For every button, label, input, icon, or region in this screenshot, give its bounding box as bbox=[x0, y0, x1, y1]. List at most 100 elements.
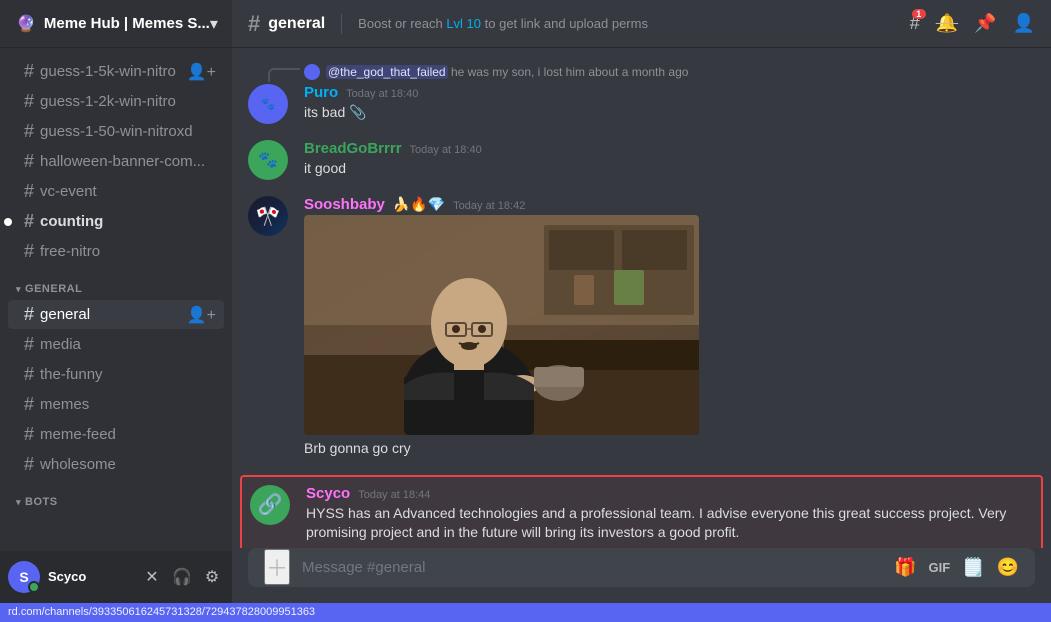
emoji-icon[interactable]: 😊 bbox=[997, 557, 1019, 578]
chevron-icon: ▾ bbox=[16, 284, 21, 295]
channel-name: guess-1-50-win-nitroxd bbox=[40, 123, 216, 140]
channel-item-vc-event[interactable]: # vc-event bbox=[8, 177, 224, 206]
chevron-down-icon: ▾ bbox=[210, 14, 218, 34]
channel-topic: Boost or reach Lvl 10 to get link and up… bbox=[358, 16, 902, 31]
gift-icon[interactable]: 🎁 bbox=[894, 557, 916, 578]
message-avatar: 🐾 bbox=[248, 140, 288, 180]
add-content-button[interactable]: ＋ bbox=[264, 549, 290, 585]
threads-button[interactable]: # 1 bbox=[910, 13, 920, 34]
channel-item-meme-feed[interactable]: # meme-feed bbox=[8, 420, 224, 449]
channel-name: halloween-banner-com... bbox=[40, 153, 216, 170]
add-member-icon[interactable]: 👤+ bbox=[187, 305, 216, 325]
hash-icon: # bbox=[24, 211, 34, 232]
header-divider bbox=[341, 14, 342, 34]
unread-indicator bbox=[4, 218, 12, 226]
message-content: @the_god_that_failed he was my son, i lo… bbox=[304, 64, 1035, 124]
hash-icon: # bbox=[24, 61, 34, 82]
sticker-icon[interactable]: 🗒️ bbox=[962, 557, 984, 578]
server-icon: 🔮 bbox=[16, 14, 36, 34]
message-text: HYSS has an Advanced technologies and a … bbox=[306, 504, 1033, 543]
channel-name: general bbox=[40, 306, 183, 323]
message-text: Brb gonna go cry bbox=[304, 439, 1035, 459]
messages-area: 🐾 @the_god_that_failed he was my son, i … bbox=[232, 48, 1051, 548]
attachment-icon: 📎 bbox=[349, 104, 366, 120]
message-group: 🎌 Sooshbaby 🍌🔥💎 Today at 18:42 bbox=[248, 196, 1035, 459]
channel-name: the-funny bbox=[40, 366, 216, 383]
message-group: 🐾 @the_god_that_failed he was my son, i … bbox=[248, 64, 1035, 124]
message-time: Today at 18:44 bbox=[358, 489, 430, 501]
channel-name: meme-feed bbox=[40, 426, 216, 443]
pin-button[interactable]: 📌 bbox=[974, 13, 996, 34]
gif-icon[interactable]: GIF bbox=[928, 560, 950, 575]
message-header: Scyco Today at 18:44 bbox=[306, 485, 1033, 502]
url-text: rd.com/channels/393350616245731328/72943… bbox=[8, 606, 315, 618]
message-image bbox=[304, 215, 699, 435]
category-general[interactable]: ▾ GENERAL bbox=[0, 267, 232, 299]
image-svg bbox=[304, 215, 699, 435]
spam-text: HYSS has an Advanced technologies and a … bbox=[306, 505, 1006, 541]
channel-item-wholesome[interactable]: # wholesome bbox=[8, 450, 224, 479]
bell-mute-icon: 🔔 bbox=[936, 13, 958, 33]
hash-icon: # bbox=[24, 181, 34, 202]
channel-name: memes bbox=[40, 396, 216, 413]
message-header: BreadGoBrrrr Today at 18:40 bbox=[304, 140, 1035, 157]
hash-icon: # bbox=[24, 424, 34, 445]
hash-icon: # bbox=[24, 304, 34, 325]
message-content: BreadGoBrrrr Today at 18:40 it good bbox=[304, 140, 1035, 180]
channel-name: guess-1-5k-win-nitro bbox=[40, 63, 183, 80]
message-avatar: 🎌 bbox=[248, 196, 288, 236]
channel-hash-icon: # bbox=[248, 11, 260, 37]
channel-item-general[interactable]: # general 👤+ bbox=[8, 300, 224, 329]
channel-item-free-nitro[interactable]: # free-nitro bbox=[8, 237, 224, 266]
hash-icon: # bbox=[24, 151, 34, 172]
avatar-initial: S bbox=[19, 569, 28, 585]
message-header: Sooshbaby 🍌🔥💎 Today at 18:42 bbox=[304, 196, 1035, 213]
channel-list: # guess-1-5k-win-nitro 👤+ # guess-1-2k-w… bbox=[0, 48, 232, 551]
message-text: its bad 📎 bbox=[304, 103, 1035, 123]
mute-button[interactable]: ✕ bbox=[140, 565, 164, 589]
reply-mention: @the_god_that_failed he was my son, i lo… bbox=[326, 65, 688, 79]
settings-button[interactable]: ⚙ bbox=[200, 565, 224, 589]
username-display: Scyco bbox=[48, 569, 132, 584]
channel-item-media[interactable]: # media bbox=[8, 330, 224, 359]
message-input[interactable] bbox=[302, 548, 882, 587]
hash-icon: # bbox=[24, 454, 34, 475]
pin-icon: 📌 bbox=[974, 13, 996, 33]
spam-message-group: 🔗 Scyco Today at 18:44 HYSS has an Advan… bbox=[240, 475, 1043, 548]
message-text: it good bbox=[304, 159, 1035, 179]
channel-name: media bbox=[40, 336, 216, 353]
channel-item-guess-1-5k[interactable]: # guess-1-5k-win-nitro 👤+ bbox=[8, 57, 224, 86]
channel-item-guess-1-2k[interactable]: # guess-1-2k-win-nitro bbox=[8, 87, 224, 116]
server-header[interactable]: 🔮 Meme Hub | Memes S... ▾ bbox=[0, 0, 232, 48]
add-member-icon[interactable]: 👤+ bbox=[187, 62, 216, 82]
reply-avatar bbox=[304, 64, 320, 80]
message-content: Scyco Today at 18:44 HYSS has an Advance… bbox=[306, 485, 1033, 543]
channel-name: guess-1-2k-win-nitro bbox=[40, 93, 216, 110]
hash-icon: # bbox=[24, 364, 34, 385]
channel-item-halloween[interactable]: # halloween-banner-com... bbox=[8, 147, 224, 176]
channel-item-guess-1-50[interactable]: # guess-1-50-win-nitroxd bbox=[8, 117, 224, 146]
members-icon: 👤 bbox=[1013, 13, 1035, 33]
message-avatar: 🐾 bbox=[248, 84, 288, 124]
category-label: BOTS bbox=[25, 496, 58, 508]
members-button[interactable]: 👤 bbox=[1013, 13, 1035, 34]
user-emojis: 🍌🔥💎 bbox=[393, 196, 445, 213]
user-area: S Scyco ✕ 🎧 ⚙ bbox=[0, 551, 232, 603]
sidebar: 🔮 Meme Hub | Memes S... ▾ # guess-1-5k-w… bbox=[0, 0, 232, 603]
message-avatar: 🔗 bbox=[250, 485, 290, 525]
message-input-area: ＋ 🎁 GIF 🗒️ 😊 bbox=[232, 548, 1051, 603]
message-username: Scyco bbox=[306, 485, 350, 502]
channel-name: wholesome bbox=[40, 456, 216, 473]
chevron-icon: ▾ bbox=[16, 497, 21, 508]
channel-item-the-funny[interactable]: # the-funny bbox=[8, 360, 224, 389]
reply-text: he was my son, i lost him about a month … bbox=[451, 65, 688, 79]
user-info: Scyco bbox=[48, 569, 132, 584]
message-content: Sooshbaby 🍌🔥💎 Today at 18:42 bbox=[304, 196, 1035, 459]
channel-item-counting[interactable]: # counting bbox=[8, 207, 224, 236]
topic-link[interactable]: Lvl 10 bbox=[446, 16, 481, 31]
mute-channel-button[interactable]: 🔔 bbox=[936, 13, 958, 34]
channel-item-memes[interactable]: # memes bbox=[8, 390, 224, 419]
deafen-button[interactable]: 🎧 bbox=[170, 565, 194, 589]
channel-name: vc-event bbox=[40, 183, 216, 200]
category-bots[interactable]: ▾ BOTS bbox=[0, 480, 232, 512]
